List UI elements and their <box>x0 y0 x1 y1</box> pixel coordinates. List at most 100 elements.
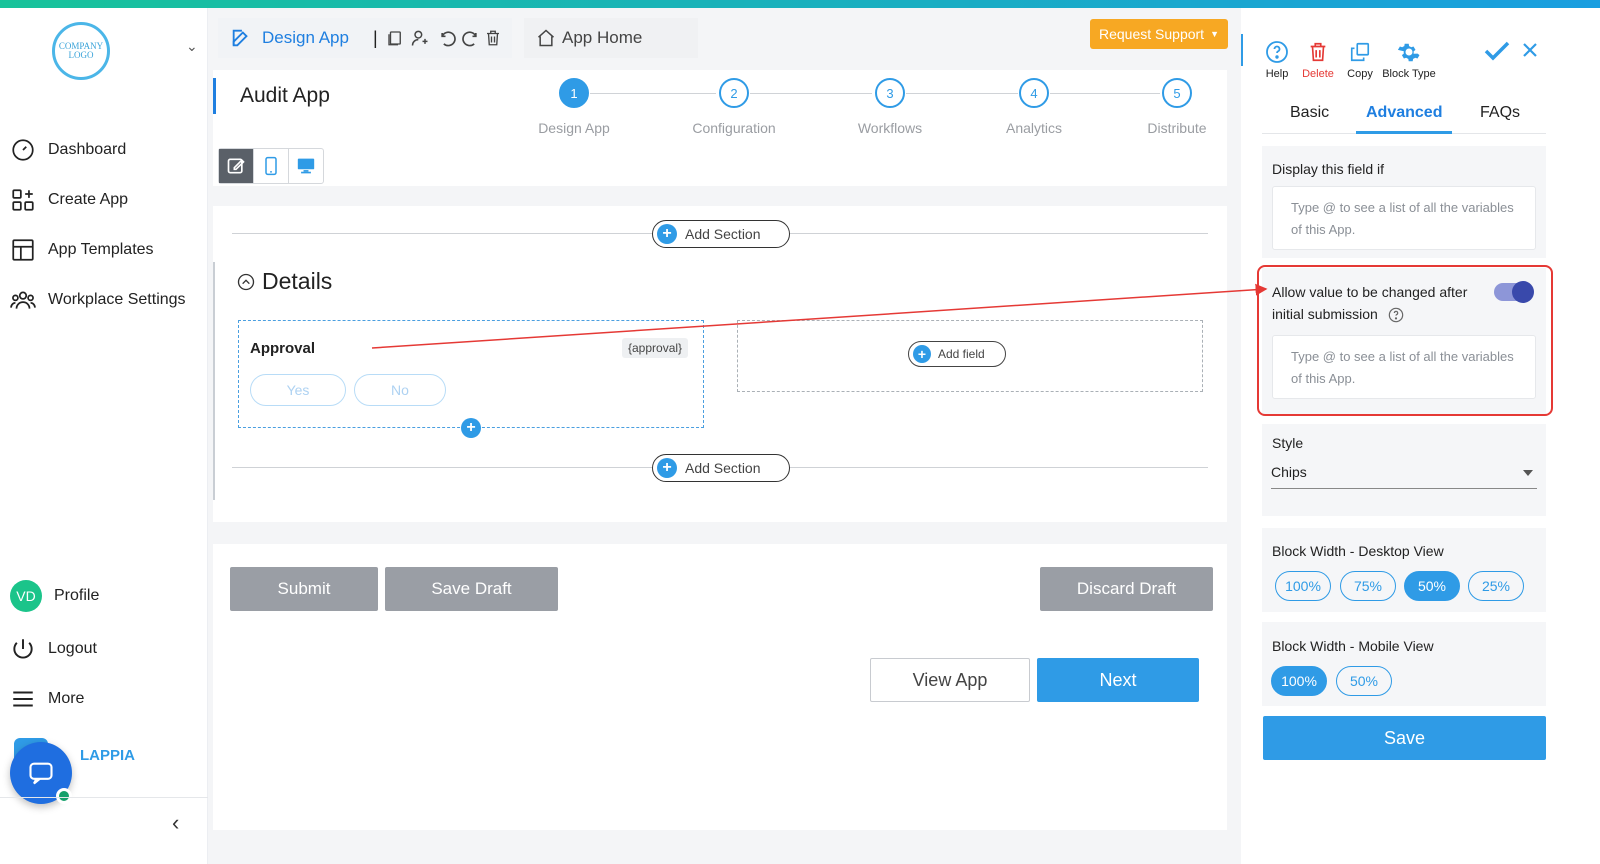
submit-button[interactable]: Submit <box>230 567 378 611</box>
sidebar-item-label: Logout <box>48 640 97 657</box>
gear-icon <box>1397 43 1420 62</box>
sidebar-item-logout[interactable]: Logout <box>10 636 97 662</box>
next-button[interactable]: Next <box>1037 658 1199 702</box>
sidebar-item-dashboard[interactable]: Dashboard <box>10 137 126 163</box>
tab-design-app[interactable]: Design App | <box>218 18 512 58</box>
step-distribute[interactable]: 5 Distribute <box>1132 78 1222 136</box>
sidebar-item-profile[interactable]: VD Profile <box>10 580 99 612</box>
add-field-label: Add field <box>938 347 985 361</box>
delete-button[interactable]: Delete <box>1298 40 1338 80</box>
mobile-width-50[interactable]: 50% <box>1336 666 1392 696</box>
mobile-view-button[interactable] <box>254 149 289 183</box>
home-icon <box>538 29 554 47</box>
active-tab-indicator <box>1356 131 1452 134</box>
step-design-app[interactable]: 1 Design App <box>529 78 619 136</box>
close-icon[interactable] <box>1522 42 1538 58</box>
help-icon <box>1266 41 1288 63</box>
sidebar-item-app-templates[interactable]: App Templates <box>10 237 154 263</box>
caret-down-icon <box>1523 470 1533 476</box>
step-analytics[interactable]: 4 Analytics <box>989 78 1079 136</box>
desktop-width-75[interactable]: 75% <box>1340 571 1396 601</box>
sidebar-item-label: Dashboard <box>48 141 127 158</box>
display-condition-title: Display this field if <box>1272 161 1385 177</box>
add-user-icon[interactable] <box>410 28 430 48</box>
online-status-dot <box>56 788 72 804</box>
style-select[interactable]: Chips <box>1271 464 1537 489</box>
tab-app-home[interactable]: App Home <box>524 18 698 58</box>
plus-icon: + <box>657 224 677 244</box>
sidebar-item-label: More <box>48 690 85 707</box>
style-value: Chips <box>1271 464 1307 480</box>
templates-icon <box>12 239 34 261</box>
sidebar-item-label: Profile <box>54 587 100 604</box>
design-tab-title: Design App <box>262 28 349 47</box>
add-block-below-button[interactable]: + <box>461 418 481 438</box>
option-yes[interactable]: Yes <box>250 374 346 406</box>
add-field-button[interactable]: + Add field <box>908 341 1006 367</box>
help-button[interactable]: Help <box>1262 40 1292 80</box>
collapse-icon[interactable] <box>236 272 256 292</box>
mobile-width-100[interactable]: 100% <box>1271 666 1327 696</box>
edit-icon <box>232 29 248 47</box>
menu-icon <box>13 691 33 707</box>
delete-label: Delete <box>1302 68 1334 80</box>
step-number: 2 <box>719 78 749 108</box>
view-app-button[interactable]: View App <box>870 658 1030 702</box>
desktop-width-50[interactable]: 50% <box>1404 571 1460 601</box>
display-condition-input[interactable]: Type @ to see a list of all the variable… <box>1272 186 1536 250</box>
copy-label: Copy <box>1347 68 1373 80</box>
discard-draft-button[interactable]: Discard Draft <box>1040 567 1213 611</box>
sidebar-item-more[interactable]: More <box>10 686 84 712</box>
help-label: Help <box>1265 68 1289 80</box>
sidebar-item-create-app[interactable]: Create App <box>10 187 128 213</box>
section-title: Details <box>262 268 333 294</box>
add-section-label: Add Section <box>685 226 761 242</box>
save-draft-button[interactable]: Save Draft <box>385 567 558 611</box>
step-label: Configuration <box>692 120 776 136</box>
add-section-button[interactable]: + Add Section <box>652 220 790 248</box>
users-icon <box>10 291 36 309</box>
confirm-check-icon[interactable] <box>1484 40 1510 62</box>
copy-button[interactable]: Copy <box>1344 40 1376 80</box>
company-logo[interactable]: COMPANY LOGO <box>52 22 110 80</box>
tab-faqs[interactable]: FAQs <box>1480 104 1520 122</box>
mobile-width-title: Block Width - Mobile View <box>1272 638 1434 654</box>
section-header[interactable]: Details <box>236 268 332 295</box>
request-support-button[interactable]: Request Support ▼ <box>1090 19 1228 49</box>
plus-icon: + <box>657 458 677 478</box>
step-number: 1 <box>559 78 589 108</box>
edit-view-button[interactable] <box>219 149 254 183</box>
trash-icon[interactable] <box>484 28 502 48</box>
step-workflows[interactable]: 3 Workflows <box>845 78 935 136</box>
divider <box>0 797 208 798</box>
step-label: Design App <box>538 120 610 136</box>
tab-advanced[interactable]: Advanced <box>1366 104 1442 122</box>
chat-icon <box>29 762 53 785</box>
option-no[interactable]: No <box>354 374 446 406</box>
collapse-sidebar-icon[interactable]: ‹ <box>172 810 179 836</box>
step-label: Analytics <box>1005 120 1063 136</box>
save-button[interactable]: Save <box>1263 716 1546 760</box>
redo-icon[interactable] <box>460 28 480 48</box>
step-configuration[interactable]: 2 Configuration <box>689 78 779 136</box>
brand-text: LAPPIA <box>80 746 136 764</box>
panel-accent <box>1241 34 1243 66</box>
block-type-button[interactable]: Block Type <box>1378 40 1440 80</box>
desktop-width-100[interactable]: 100% <box>1275 571 1331 601</box>
tab-basic[interactable]: Basic <box>1290 104 1329 122</box>
mobile-icon <box>265 156 277 176</box>
style-title: Style <box>1272 435 1304 451</box>
desktop-icon <box>297 158 315 174</box>
plus-icon: + <box>913 345 931 363</box>
add-section-button[interactable]: + Add Section <box>652 454 790 482</box>
annotation-highlight <box>1257 265 1553 416</box>
desktop-width-25[interactable]: 25% <box>1468 571 1524 601</box>
sidebar-item-label: App Templates <box>48 241 154 258</box>
sidebar-item-label: Create App <box>48 191 129 208</box>
copy-icon[interactable] <box>386 29 404 47</box>
undo-icon[interactable] <box>438 28 458 48</box>
chevron-down-icon[interactable]: ⌄ <box>186 38 198 55</box>
field-label: Approval <box>250 340 316 357</box>
sidebar-item-workplace-settings[interactable]: Workplace Settings <box>10 287 186 313</box>
desktop-view-button[interactable] <box>289 149 323 183</box>
